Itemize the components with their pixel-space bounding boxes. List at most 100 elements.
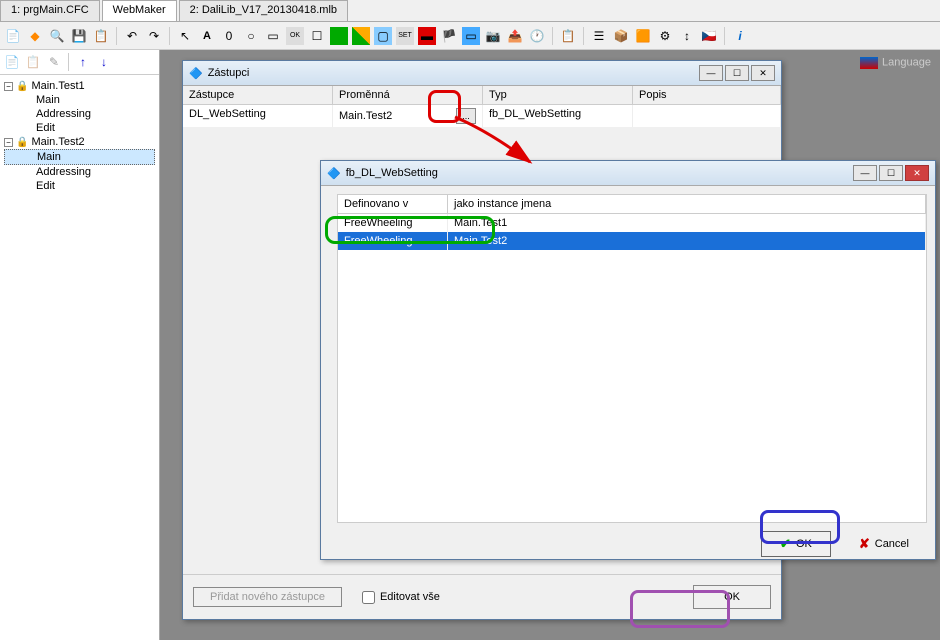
cell-text: Main.Test2 <box>339 110 392 122</box>
edit-icon[interactable]: ✎ <box>45 53 63 71</box>
tree-node-edit2[interactable]: Edit <box>4 179 155 193</box>
zero-icon[interactable]: 0 <box>220 27 238 45</box>
copy-icon[interactable]: 📋 <box>559 27 577 45</box>
title-bar[interactable]: 🔷 fb_DL_WebSetting — ☐ ✕ <box>321 161 935 186</box>
xml2-icon[interactable]: ◆ <box>26 27 44 45</box>
tab-dalilib[interactable]: 2: DaliLib_V17_20130418.mlb <box>179 0 348 21</box>
flag2-icon[interactable]: 🇨🇿 <box>700 27 718 45</box>
grid-header: Definovano v jako instance jmena <box>337 194 927 213</box>
add-new-button[interactable]: Přidat nového zástupce <box>193 587 342 607</box>
xml-icon[interactable]: 📄 <box>4 27 22 45</box>
search-icon[interactable]: 🔍 <box>48 27 66 45</box>
doc-icon[interactable]: 📋 <box>92 27 110 45</box>
col-zastupce[interactable]: Zástupce <box>183 86 333 104</box>
dialog-buttons: ✔ OK ✘ Cancel <box>321 523 935 565</box>
window-title: fb_DL_WebSetting <box>346 167 848 179</box>
tree-label: Edit <box>36 122 55 134</box>
col-definovano[interactable]: Definovano v <box>338 195 448 213</box>
tree-node-edit[interactable]: Edit <box>4 121 155 135</box>
collapse-icon[interactable]: − <box>4 82 13 91</box>
diag-icon[interactable] <box>352 27 370 45</box>
cursor-icon[interactable]: ↖ <box>176 27 194 45</box>
cancel-button[interactable]: ✘ Cancel <box>841 532 927 556</box>
content-area: Language 🔷 Zástupci — ☐ ✕ Zástupce Promě… <box>160 50 940 640</box>
grid-body[interactable]: FreeWheeling Main.Test1 FreeWheeling Mai… <box>337 213 927 523</box>
flag-uk-icon[interactable] <box>859 56 879 70</box>
red-box-icon[interactable]: ▬ <box>418 27 436 45</box>
green-box-icon[interactable] <box>330 27 348 45</box>
col-typ[interactable]: Typ <box>483 86 633 104</box>
col-popis[interactable]: Popis <box>633 86 781 104</box>
minimize-button[interactable]: — <box>853 165 877 181</box>
edit-all-checkbox[interactable] <box>362 591 375 604</box>
clock-icon[interactable]: 🕐 <box>528 27 546 45</box>
sort-icon[interactable]: ↕ <box>678 27 696 45</box>
title-bar[interactable]: 🔷 Zástupci — ☐ ✕ <box>183 61 781 86</box>
layers-icon[interactable]: ☰ <box>590 27 608 45</box>
tab-prgmain[interactable]: 1: prgMain.CFC <box>0 0 100 21</box>
flag-icon[interactable]: 🏴 <box>440 27 458 45</box>
close-button[interactable]: ✕ <box>751 65 775 81</box>
edit-all-checkbox-wrap[interactable]: Editovat vše <box>362 591 440 604</box>
col-instance[interactable]: jako instance jmena <box>448 195 926 213</box>
save-icon[interactable]: 💾 <box>70 27 88 45</box>
window-icon[interactable]: ▭ <box>462 27 480 45</box>
language-label: Language <box>854 54 936 72</box>
cancel-label: Cancel <box>875 538 909 550</box>
cell: FreeWheeling <box>338 214 448 232</box>
copy2-icon[interactable]: 📋 <box>24 53 42 71</box>
checkbox-icon[interactable]: ☐ <box>308 27 326 45</box>
up-arrow-icon[interactable]: ↑ <box>74 53 92 71</box>
upload-icon[interactable]: 📤 <box>506 27 524 45</box>
side-panel: 📄 📋 ✎ ↑ ↓ − 🔒 Main.Test1 Main Addressing… <box>0 50 160 640</box>
tree-label: Main.Test2 <box>31 136 84 148</box>
cell-typ: fb_DL_WebSetting <box>483 105 633 127</box>
separator <box>116 27 117 45</box>
separator <box>724 27 725 45</box>
bottom-bar: Přidat nového zástupce Editovat vše OK <box>183 574 781 619</box>
grid-row-selected[interactable]: FreeWheeling Main.Test2 <box>338 232 926 250</box>
tree-node-test2[interactable]: − 🔒 Main.Test2 <box>4 135 155 149</box>
cell-zastupce: DL_WebSetting <box>183 105 333 127</box>
tree-node-main-selected[interactable]: Main <box>4 149 155 165</box>
image-icon[interactable]: ▢ <box>374 27 392 45</box>
ok-button[interactable]: OK <box>693 585 771 609</box>
check-icon: ✔ <box>780 536 791 552</box>
down-arrow-icon[interactable]: ↓ <box>95 53 113 71</box>
tree-label: Edit <box>36 180 55 192</box>
browse-button[interactable]: ... <box>456 108 476 124</box>
tree-label: Main.Test1 <box>31 80 84 92</box>
cell-promenna: Main.Test2 ... <box>333 105 483 127</box>
camera-icon[interactable]: 📷 <box>484 27 502 45</box>
text-A-icon[interactable]: A <box>198 27 216 45</box>
maximize-button[interactable]: ☐ <box>725 65 749 81</box>
maximize-button[interactable]: ☐ <box>879 165 903 181</box>
tree-node-addressing[interactable]: Addressing <box>4 107 155 121</box>
tree-node-test1[interactable]: − 🔒 Main.Test1 <box>4 79 155 93</box>
grid-row[interactable]: FreeWheeling Main.Test1 <box>338 214 926 232</box>
redo-icon[interactable]: ↷ <box>145 27 163 45</box>
window-icon: 🔷 <box>327 167 341 180</box>
info-icon[interactable]: i <box>731 27 749 45</box>
grid-row[interactable]: DL_WebSetting Main.Test2 ... fb_DL_WebSe… <box>183 105 781 127</box>
tab-webmaker[interactable]: WebMaker <box>102 0 177 21</box>
circle-icon[interactable]: ○ <box>242 27 260 45</box>
ok-box-icon[interactable]: OK <box>286 27 304 45</box>
gear-icon[interactable]: ⚙ <box>656 27 674 45</box>
new-doc-icon[interactable]: 📄 <box>3 53 21 71</box>
close-button[interactable]: ✕ <box>905 165 929 181</box>
rect-icon[interactable]: ▭ <box>264 27 282 45</box>
tree-node-main[interactable]: Main <box>4 93 155 107</box>
ok-button[interactable]: ✔ OK <box>761 531 831 557</box>
collapse-icon[interactable]: − <box>4 138 13 147</box>
tree-node-addressing2[interactable]: Addressing <box>4 165 155 179</box>
minimize-button[interactable]: — <box>699 65 723 81</box>
undo-icon[interactable]: ↶ <box>123 27 141 45</box>
separator <box>169 27 170 45</box>
ok-label: OK <box>796 538 812 550</box>
set-icon[interactable]: SET <box>396 27 414 45</box>
box3d2-icon[interactable]: 🟧 <box>634 27 652 45</box>
col-promenna[interactable]: Proměnná <box>333 86 483 104</box>
window-title: Zástupci <box>208 67 694 79</box>
box3d-icon[interactable]: 📦 <box>612 27 630 45</box>
